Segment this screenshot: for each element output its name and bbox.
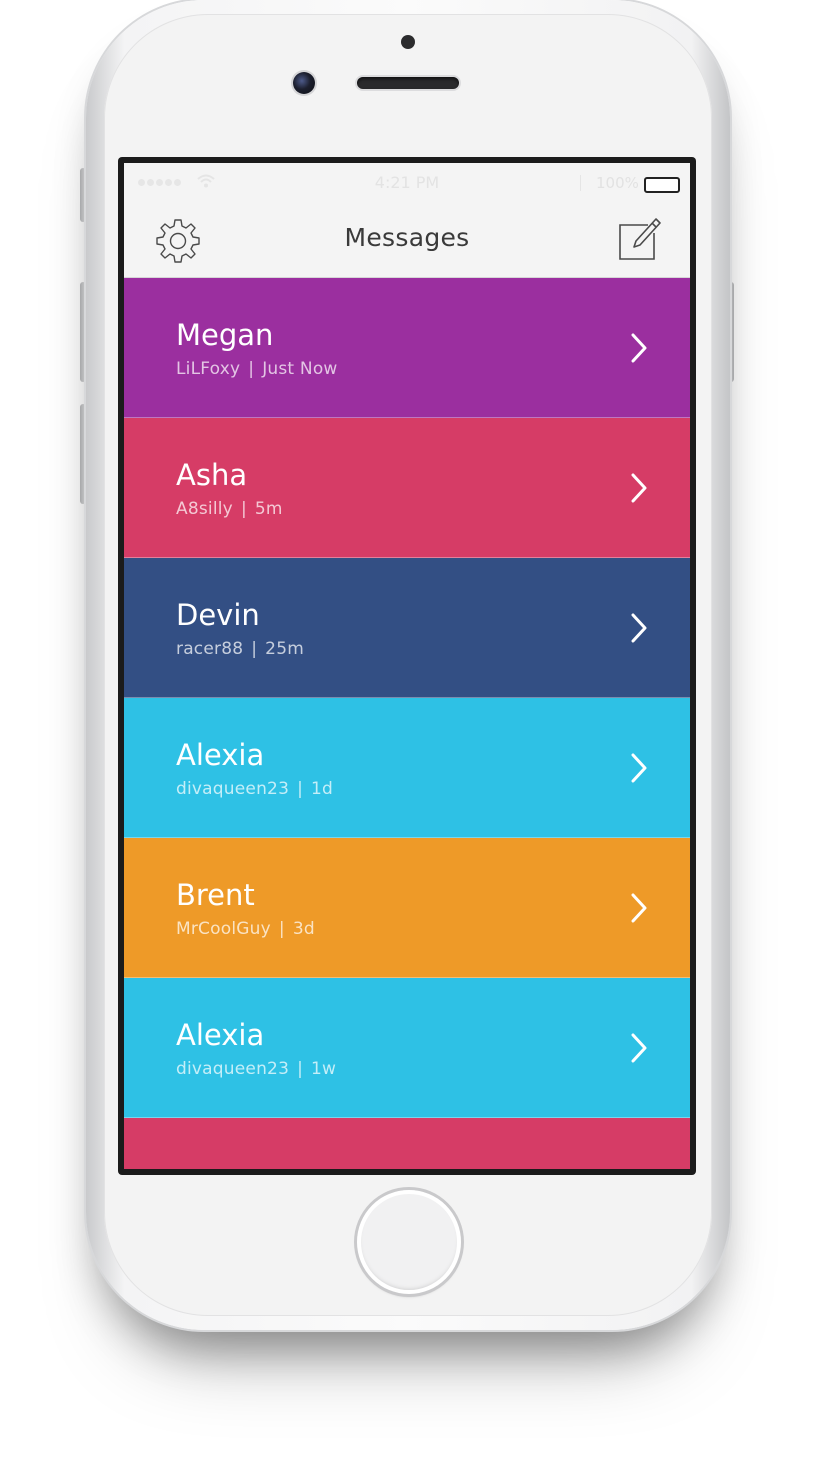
meta-separator: | bbox=[297, 779, 304, 799]
app-screen: 4:21 PM 100% Messages Megan LiLFoxy | Ju… bbox=[124, 163, 690, 1169]
chevron-right-icon bbox=[631, 333, 647, 363]
chevron-right-icon bbox=[631, 1033, 647, 1063]
conversation-row-asha[interactable]: Asha A8silly | 5m bbox=[124, 418, 690, 558]
meta-separator: | bbox=[240, 499, 247, 519]
proximity-sensor bbox=[401, 35, 415, 49]
meta-separator: | bbox=[297, 1059, 304, 1079]
compose-icon[interactable] bbox=[616, 215, 662, 263]
username: LiLFoxy bbox=[176, 359, 241, 379]
contact-name: Asha bbox=[176, 458, 248, 492]
status-bar: 4:21 PM 100% bbox=[124, 163, 690, 203]
conversation-list: Megan LiLFoxy | Just Now Asha A8silly | 5m D… bbox=[124, 278, 690, 1169]
status-divider bbox=[580, 175, 581, 191]
conversation-meta: A8silly | 5m bbox=[176, 499, 283, 519]
battery-percent: 100% bbox=[596, 174, 639, 192]
contact-name: Megan bbox=[176, 318, 274, 352]
conversation-row-devin[interactable]: Devin racer88 | 25m bbox=[124, 558, 690, 698]
chevron-right-icon bbox=[631, 473, 647, 503]
message-time: 3d bbox=[292, 919, 315, 939]
chevron-right-icon bbox=[631, 753, 647, 783]
username: divaqueen23 bbox=[176, 779, 290, 799]
conversation-meta: LiLFoxy | Just Now bbox=[176, 359, 338, 379]
meta-separator: | bbox=[251, 639, 258, 659]
conversation-meta: divaqueen23 | 1w bbox=[176, 1059, 336, 1079]
contact-name: Devin bbox=[176, 598, 260, 632]
chevron-right-icon bbox=[631, 893, 647, 923]
contact-name: Alexia bbox=[176, 1018, 265, 1052]
conversation-meta: divaqueen23 | 1d bbox=[176, 779, 333, 799]
message-time: Just Now bbox=[262, 359, 338, 379]
conversation-meta: MrCoolGuy | 3d bbox=[176, 919, 315, 939]
meta-separator: | bbox=[248, 359, 255, 379]
conversation-meta: racer88 | 25m bbox=[176, 639, 304, 659]
contact-name: Brent bbox=[176, 878, 255, 912]
page-title: Messages bbox=[344, 223, 470, 252]
message-time: 5m bbox=[254, 499, 283, 519]
username: divaqueen23 bbox=[176, 1059, 290, 1079]
username: A8silly bbox=[176, 499, 233, 519]
device-mockup: 4:21 PM 100% Messages Megan LiLFoxy | Ju… bbox=[0, 0, 834, 1463]
contact-name: Alexia bbox=[176, 738, 265, 772]
earpiece-speaker bbox=[357, 77, 459, 89]
message-time: 25m bbox=[265, 639, 304, 659]
chevron-right-icon bbox=[631, 613, 647, 643]
conversation-row-megan[interactable]: Megan LiLFoxy | Just Now bbox=[124, 278, 690, 418]
nav-bar: Messages bbox=[124, 203, 690, 278]
message-time: 1d bbox=[311, 779, 334, 799]
conversation-row-alexia-2[interactable]: Alexia divaqueen23 | 1w bbox=[124, 978, 690, 1118]
username: racer88 bbox=[176, 639, 244, 659]
front-camera-icon bbox=[293, 72, 315, 94]
message-time: 1w bbox=[311, 1059, 337, 1079]
battery-icon bbox=[644, 177, 680, 193]
conversation-row-alexia[interactable]: Alexia divaqueen23 | 1d bbox=[124, 698, 690, 838]
screen-bezel: 4:21 PM 100% Messages Megan LiLFoxy | Ju… bbox=[118, 157, 696, 1175]
meta-separator: | bbox=[278, 919, 285, 939]
conversation-row-brent[interactable]: Brent MrCoolGuy | 3d bbox=[124, 838, 690, 978]
conversation-row-partial[interactable] bbox=[124, 1118, 690, 1169]
home-button bbox=[357, 1190, 461, 1294]
username: MrCoolGuy bbox=[176, 919, 271, 939]
